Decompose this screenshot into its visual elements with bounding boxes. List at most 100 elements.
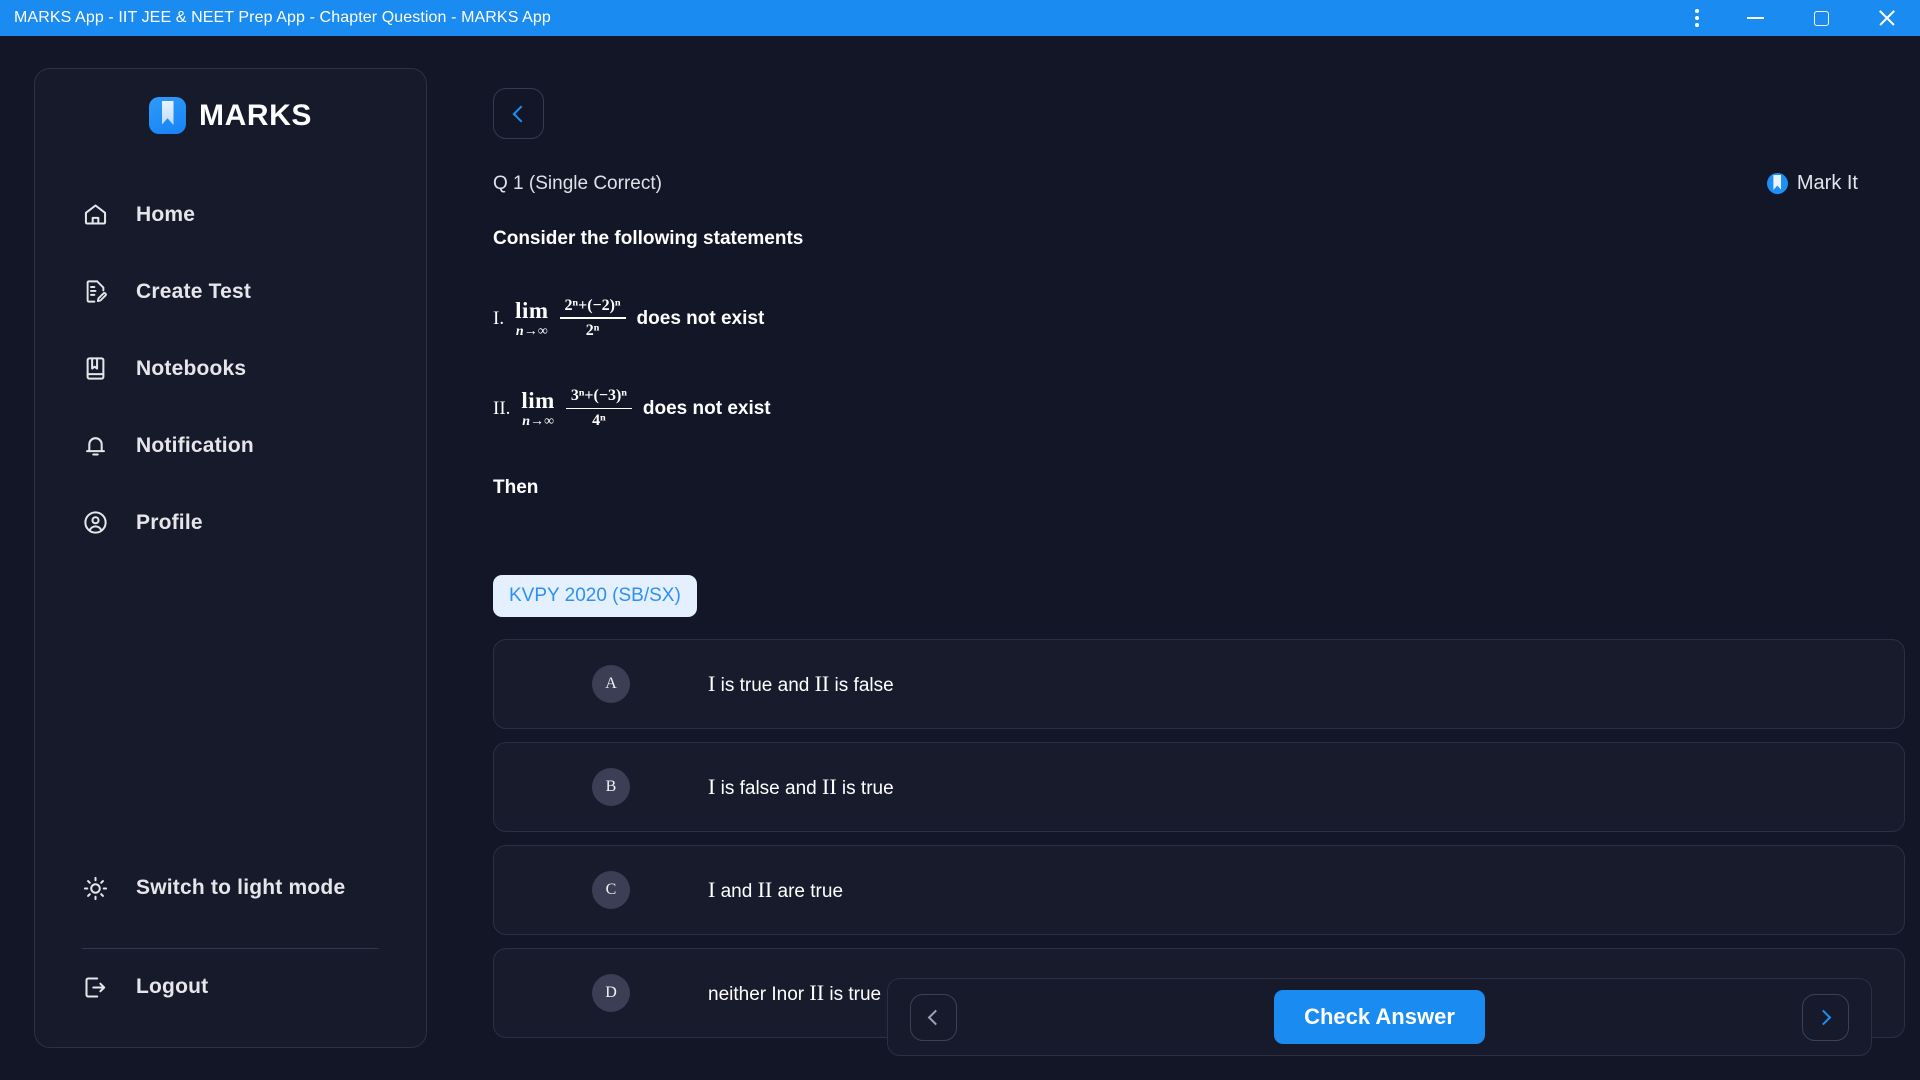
option-a[interactable]: A I is true and II is false [493,638,1905,729]
sidebar-item-label: Create Test [136,279,252,303]
fraction-numerator: 3ⁿ+(−3)ⁿ [570,387,627,405]
app-body: MARKS Home Create Test Notebooks Notific… [0,36,1920,1080]
option-text-mid: and [715,880,758,902]
sidebar-item-notification[interactable]: Notification [35,407,426,484]
statement-index: II. [493,398,511,420]
option-badge: B [592,767,630,806]
kebab-menu-icon [1695,9,1699,27]
sidebar-nav: Home Create Test Notebooks Notification … [35,176,426,561]
fraction: 3ⁿ+(−3)ⁿ 4ⁿ [565,387,632,430]
sidebar-item-home[interactable]: Home [35,176,426,253]
sidebar-item-profile[interactable]: Profile [35,484,426,561]
brand-name: MARKS [199,98,312,132]
option-text: neither Inor II is true [708,980,881,1006]
brand: MARKS [35,97,426,134]
sidebar-item-label: Logout [136,975,209,998]
fraction-denominator: 2ⁿ [585,321,600,339]
option-text-mid: is true and [715,674,815,696]
sidebar-item-label: Switch to light mode [136,876,346,899]
sidebar-item-create-test[interactable]: Create Test [35,253,426,330]
option-text: I is false and II is true [708,774,894,800]
option-text: I is true and II is false [708,671,894,697]
limit-lim-text: lim [521,388,555,414]
limit-lim-text: lim [515,297,549,323]
roman-numeral: II [809,979,825,1005]
option-c[interactable]: C I and II are true [493,844,1905,935]
sun-icon [82,875,109,902]
document-edit-icon [82,278,109,305]
statements-intro: Consider the following statements [493,228,804,249]
notebook-icon [82,355,109,382]
window-titlebar: MARKS App - IIT JEE & NEET Prep App - Ch… [0,0,1920,36]
home-icon [82,201,109,228]
sidebar-item-label: Profile [136,510,203,534]
question-label: Q 1 (Single Correct) [493,172,662,194]
then-text: Then [493,476,539,498]
question-navigation-bar: Check Answer [887,978,1872,1056]
sidebar-item-logout[interactable]: Logout [35,949,426,1025]
option-text-post: is false [829,674,894,696]
statement-trailing-text: does not exist [636,307,765,329]
option-text-post: is true [836,777,894,799]
close-icon [1877,8,1897,28]
option-badge: C [592,870,630,909]
option-badge: A [592,664,630,703]
maximize-icon [1813,10,1829,26]
limit-expression: lim n→∞ 3ⁿ+(−3)ⁿ 4ⁿ [521,387,632,430]
close-button[interactable] [1854,0,1920,36]
previous-question-button[interactable] [910,993,957,1041]
mark-it-button[interactable]: Mark It [1766,172,1858,195]
statement-2: II. lim n→∞ 3ⁿ+(−3)ⁿ 4ⁿ does not exist [493,387,1872,430]
roman-numeral: II [757,876,773,902]
sidebar-item-label: Home [136,202,196,226]
fraction-numerator: 2ⁿ+(−2)ⁿ [564,297,621,314]
roman-numeral: II [814,670,830,696]
chevron-left-icon [927,1009,944,1025]
limit-operator: lim n→∞ [515,299,548,339]
main-content: Q 1 (Single Correct) Mark It Consider th… [427,36,1920,1080]
option-b[interactable]: B I is false and II is true [493,741,1905,832]
maximize-button[interactable] [1788,0,1854,36]
limit-expression: lim n→∞ 2ⁿ+(−2)ⁿ 2ⁿ [515,297,626,340]
option-text-mid: nor [776,983,810,1005]
window-controls [1672,0,1920,36]
statement-trailing-text: does not exist [642,398,771,420]
option-text-post: is true [824,983,882,1005]
sidebar-item-switch-light-mode[interactable]: Switch to light mode [35,850,426,926]
question-header-row: Q 1 (Single Correct) Mark It [493,172,1872,195]
statement-index: I. [493,307,505,329]
chevron-right-icon [1815,1009,1832,1025]
option-text-post: are true [772,880,844,902]
bell-icon [82,432,109,459]
sidebar-item-notebooks[interactable]: Notebooks [35,330,426,407]
mark-it-label: Mark It [1796,172,1858,194]
source-tag[interactable]: KVPY 2020 (SB/SX) [493,574,697,617]
check-answer-button[interactable]: Check Answer [1274,990,1485,1044]
bookmark-circle-icon [1766,173,1788,194]
statement-1: I. lim n→∞ 2ⁿ+(−2)ⁿ 2ⁿ does not exist [493,297,1872,340]
option-text: I and II are true [708,877,843,903]
next-question-button[interactable] [1802,993,1849,1041]
limit-subscript: n→∞ [522,414,555,430]
sidebar-bottom: Switch to light mode Logout [35,850,426,1025]
fraction: 2ⁿ+(−2)ⁿ 2ⁿ [559,297,626,340]
user-circle-icon [82,509,109,536]
logout-icon [82,974,109,1001]
sidebar-item-label: Notification [136,433,254,457]
roman-numeral: II [822,773,837,799]
bookmark-logo-icon [149,97,186,134]
limit-subscript: n→∞ [515,323,548,339]
limit-operator: lim n→∞ [521,389,554,429]
chevron-left-icon [512,105,529,122]
window-title: MARKS App - IIT JEE & NEET Prep App - Ch… [14,9,551,26]
option-text-mid: is false and [715,777,822,799]
sidebar-item-label: Notebooks [136,356,247,380]
option-badge: D [592,973,630,1012]
minimize-button[interactable] [1722,0,1788,36]
option-text-pre: neither I [708,983,777,1005]
fraction-denominator: 4ⁿ [592,412,606,430]
sidebar: MARKS Home Create Test Notebooks Notific… [34,68,427,1048]
kebab-menu-button[interactable] [1672,0,1722,36]
back-button[interactable] [493,88,544,139]
